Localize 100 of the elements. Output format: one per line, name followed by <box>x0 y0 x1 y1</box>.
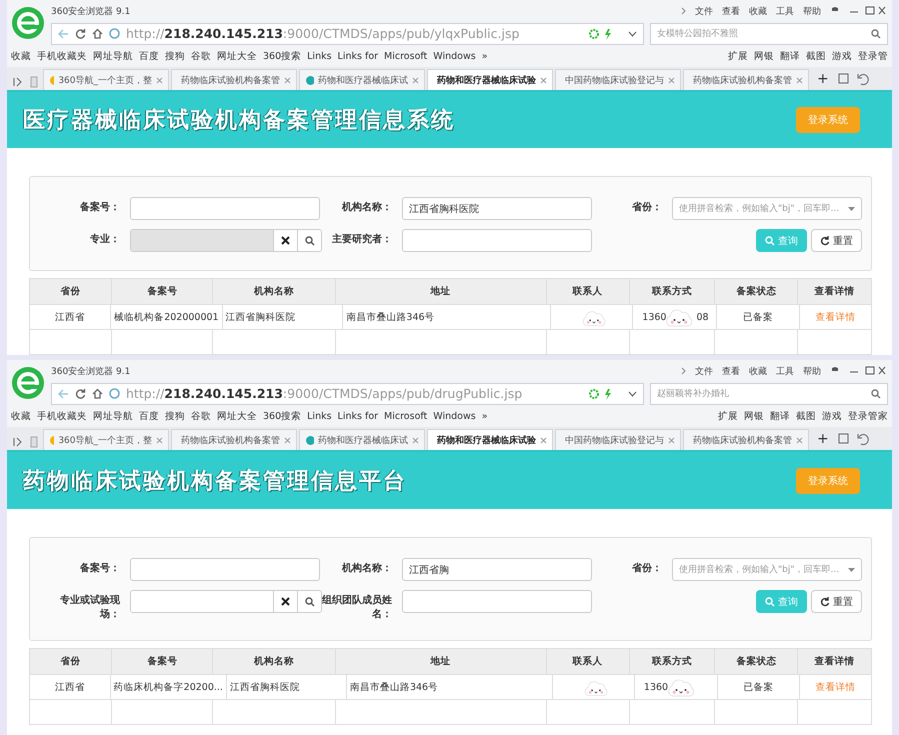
bookmark-item[interactable]: Links <box>307 50 332 62</box>
menu-item[interactable]: 工具 <box>776 364 794 378</box>
menu-item[interactable]: 收藏 <box>749 4 767 18</box>
reset-button[interactable]: 重置 <box>811 590 862 613</box>
browser-tab[interactable]: 药物临床试验机构备案管 <box>171 429 297 450</box>
reset-button[interactable]: 重置 <box>811 229 862 252</box>
tab-close-icon[interactable] <box>412 436 419 444</box>
tab-close-icon[interactable] <box>156 76 163 84</box>
tab-close-icon[interactable] <box>540 436 547 444</box>
tab-close-icon[interactable] <box>156 436 163 444</box>
bookmark-item[interactable]: 360搜索 <box>263 50 302 62</box>
bookmark-item[interactable]: 360搜索 <box>263 410 302 422</box>
tab-tools-icon[interactable] <box>836 72 871 86</box>
bookmark-item[interactable]: 网址导航 <box>93 410 133 422</box>
menu-item[interactable]: 文件 <box>695 4 713 18</box>
reload-icon[interactable] <box>75 388 86 399</box>
toolbar-item[interactable]: 登录管家 <box>848 410 888 422</box>
bookmark-item[interactable]: Links for <box>338 410 378 422</box>
bookmark-item[interactable]: 百度 <box>139 410 159 422</box>
bookmark-item[interactable]: Windows <box>433 410 476 422</box>
browser-tab[interactable]: 药物和医疗器械临床试验 <box>427 429 553 450</box>
toolbar-item[interactable]: 截图 <box>796 410 816 422</box>
bookmark-item[interactable]: 谷歌 <box>191 410 211 422</box>
search-icon[interactable] <box>304 596 314 606</box>
bookmark-item[interactable]: 百度 <box>139 50 159 62</box>
browser-tab[interactable]: 药物和医疗器械临床试 <box>299 69 425 90</box>
menu-item[interactable]: 收藏 <box>749 364 767 378</box>
browser-tab[interactable]: 360导航_一个主页，整 <box>43 69 169 90</box>
browser-tab[interactable]: 药物临床试验机构备案管 <box>683 429 809 450</box>
window-controls-icon[interactable] <box>830 5 886 17</box>
bookmark-item[interactable]: 谷歌 <box>191 50 211 62</box>
search-icon[interactable] <box>871 388 881 398</box>
picker-field[interactable] <box>130 229 322 252</box>
toolbar-item[interactable]: 登录管 <box>858 50 888 62</box>
browser-tab[interactable]: 中国药物临床试验登记与 <box>555 429 681 450</box>
bookmark-item[interactable]: 收藏 <box>11 410 31 422</box>
toolbar-item[interactable]: 扩展 <box>728 50 748 62</box>
tab-close-icon[interactable] <box>796 436 803 444</box>
toolbar-item[interactable]: 扩展 <box>718 410 738 422</box>
bookmark-item[interactable]: 搜狗 <box>165 410 185 422</box>
back-icon[interactable] <box>58 28 69 38</box>
clear-button[interactable] <box>273 591 297 612</box>
menu-item[interactable]: 查看 <box>722 364 740 378</box>
input-field[interactable]: 江西省胸 <box>402 558 592 581</box>
toolbar-item[interactable]: 翻译 <box>780 50 800 62</box>
input-field[interactable] <box>402 229 592 252</box>
menu-item[interactable]: 工具 <box>776 4 794 18</box>
clear-button[interactable] <box>273 230 297 251</box>
browser-tab[interactable]: 药物和医疗器械临床试 <box>299 429 425 450</box>
reload-icon[interactable] <box>75 28 86 39</box>
bookmark-item[interactable]: 收藏 <box>11 50 31 62</box>
bookmark-item[interactable]: Microsoft <box>384 410 428 422</box>
toolbar-item[interactable]: 网银 <box>754 50 774 62</box>
chevron-icon[interactable] <box>681 7 686 15</box>
input-field[interactable]: 江西省胸科医院 <box>402 197 592 220</box>
bookmark-item[interactable]: 手机收藏夹 <box>37 410 87 422</box>
toolbar-item[interactable]: 网银 <box>744 410 764 422</box>
address-bar[interactable]: http://218.240.145.213:9000/CTMDS/apps/pub/ylqxPublic.jsp <box>51 22 644 44</box>
bookmark-item[interactable]: Links for <box>338 50 378 62</box>
home-icon[interactable] <box>92 28 103 39</box>
new-tab-button[interactable]: + <box>811 430 835 446</box>
bookmark-item[interactable]: 网址大全 <box>217 50 257 62</box>
input-field[interactable] <box>130 197 320 220</box>
tab-close-icon[interactable] <box>412 76 419 84</box>
search-button[interactable] <box>297 230 321 251</box>
toolbar-item[interactable]: 游戏 <box>832 50 852 62</box>
toolbar-item[interactable]: 游戏 <box>822 410 842 422</box>
browser-tab[interactable]: 360导航_一个主页，整 <box>43 429 169 450</box>
menu-item[interactable]: 帮助 <box>803 4 821 18</box>
menu-item[interactable]: 查看 <box>722 4 740 18</box>
search-button[interactable] <box>297 591 321 612</box>
toolbar-item[interactable]: 截图 <box>806 50 826 62</box>
address-bar[interactable]: http://218.240.145.213:9000/CTMDS/apps/pub/drugPublic.jsp <box>51 382 644 404</box>
new-tab-button[interactable]: + <box>811 70 835 86</box>
search-icon[interactable] <box>871 28 881 38</box>
picker-field[interactable] <box>130 590 322 613</box>
more-bookmarks[interactable]: » <box>482 50 488 62</box>
input-field[interactable] <box>130 558 320 581</box>
dropdown-icon[interactable] <box>628 30 637 36</box>
bookmark-item[interactable]: 网址导航 <box>93 50 133 62</box>
tab-close-icon[interactable] <box>284 76 291 84</box>
tab-close-icon[interactable] <box>284 436 291 444</box>
chevron-icon[interactable] <box>681 367 686 375</box>
home-icon[interactable] <box>92 388 103 399</box>
tab-tools-icon[interactable] <box>836 432 871 446</box>
bookmark-item[interactable]: Links <box>307 410 332 422</box>
bookmark-item[interactable]: 网址大全 <box>217 410 257 422</box>
browser-tab[interactable]: 药物临床试验机构备案管 <box>171 69 297 90</box>
input-field[interactable] <box>402 590 592 613</box>
browser-tab[interactable]: 药物临床试验机构备案管 <box>683 69 809 90</box>
more-bookmarks[interactable]: » <box>482 410 488 422</box>
bookmark-item[interactable]: Microsoft <box>384 50 428 62</box>
bookmark-item[interactable]: Windows <box>433 50 476 62</box>
menu-item[interactable]: 帮助 <box>803 364 821 378</box>
tab-close-icon[interactable] <box>796 76 803 84</box>
search-icon[interactable] <box>304 236 314 246</box>
toolbar-item[interactable]: 翻译 <box>770 410 790 422</box>
back-icon[interactable] <box>58 388 69 398</box>
bookmark-item[interactable]: 搜狗 <box>165 50 185 62</box>
menu-item[interactable]: 文件 <box>695 364 713 378</box>
